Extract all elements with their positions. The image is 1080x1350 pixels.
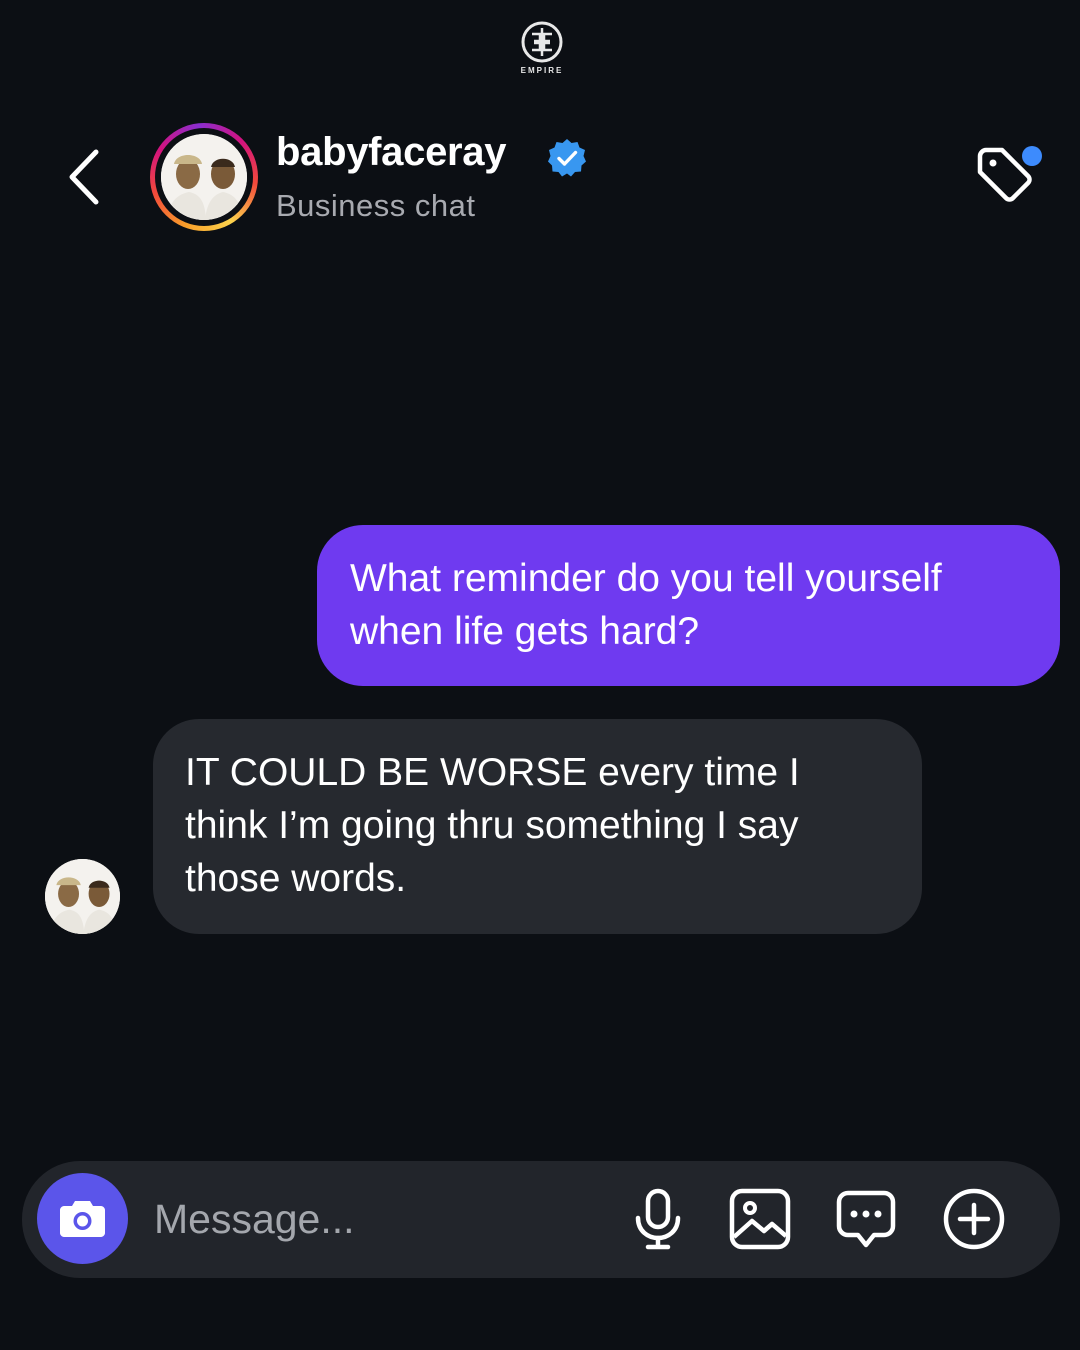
microphone-icon: [635, 1188, 681, 1250]
message-text-line: when life gets hard?: [350, 610, 700, 653]
verified-badge-icon: [546, 137, 588, 184]
incoming-message-bubble[interactable]: IT COULD BE WORSE every time I think I’m…: [153, 719, 922, 934]
camera-button[interactable]: [37, 1173, 128, 1264]
chevron-left-icon: [69, 149, 99, 205]
microphone-button[interactable]: [630, 1186, 686, 1252]
notification-dot: [1022, 146, 1042, 166]
camera-icon: [60, 1201, 105, 1237]
profile-avatar[interactable]: [161, 134, 247, 220]
empire-logo-icon: [521, 21, 563, 63]
message-text-line: those words.: [185, 857, 407, 900]
chat-subtitle: Business chat: [276, 188, 476, 223]
tag-icon: [977, 146, 1042, 202]
chat-username[interactable]: babyfaceray: [276, 130, 506, 175]
image-icon: [729, 1188, 791, 1250]
message-text-line: think I’m going thru something I say: [185, 804, 799, 847]
tag-button[interactable]: [972, 142, 1044, 212]
plus-circle-icon: [943, 1188, 1005, 1250]
sender-avatar[interactable]: [45, 859, 120, 934]
message-text-line: IT COULD BE WORSE every time I: [185, 751, 800, 794]
empire-logo-text: EMPIRE: [520, 66, 564, 75]
back-button[interactable]: [62, 146, 110, 208]
message-options-button[interactable]: [834, 1188, 898, 1252]
message-text-line: What reminder do you tell yourself: [350, 557, 942, 600]
message-input[interactable]: [152, 1190, 606, 1248]
outgoing-message-bubble[interactable]: What reminder do you tell yourself when …: [317, 525, 1060, 686]
empire-logo: EMPIRE: [519, 20, 565, 75]
more-actions-button[interactable]: [942, 1187, 1006, 1251]
gallery-button[interactable]: [728, 1187, 792, 1251]
chat-bubble-icon: [836, 1190, 896, 1248]
